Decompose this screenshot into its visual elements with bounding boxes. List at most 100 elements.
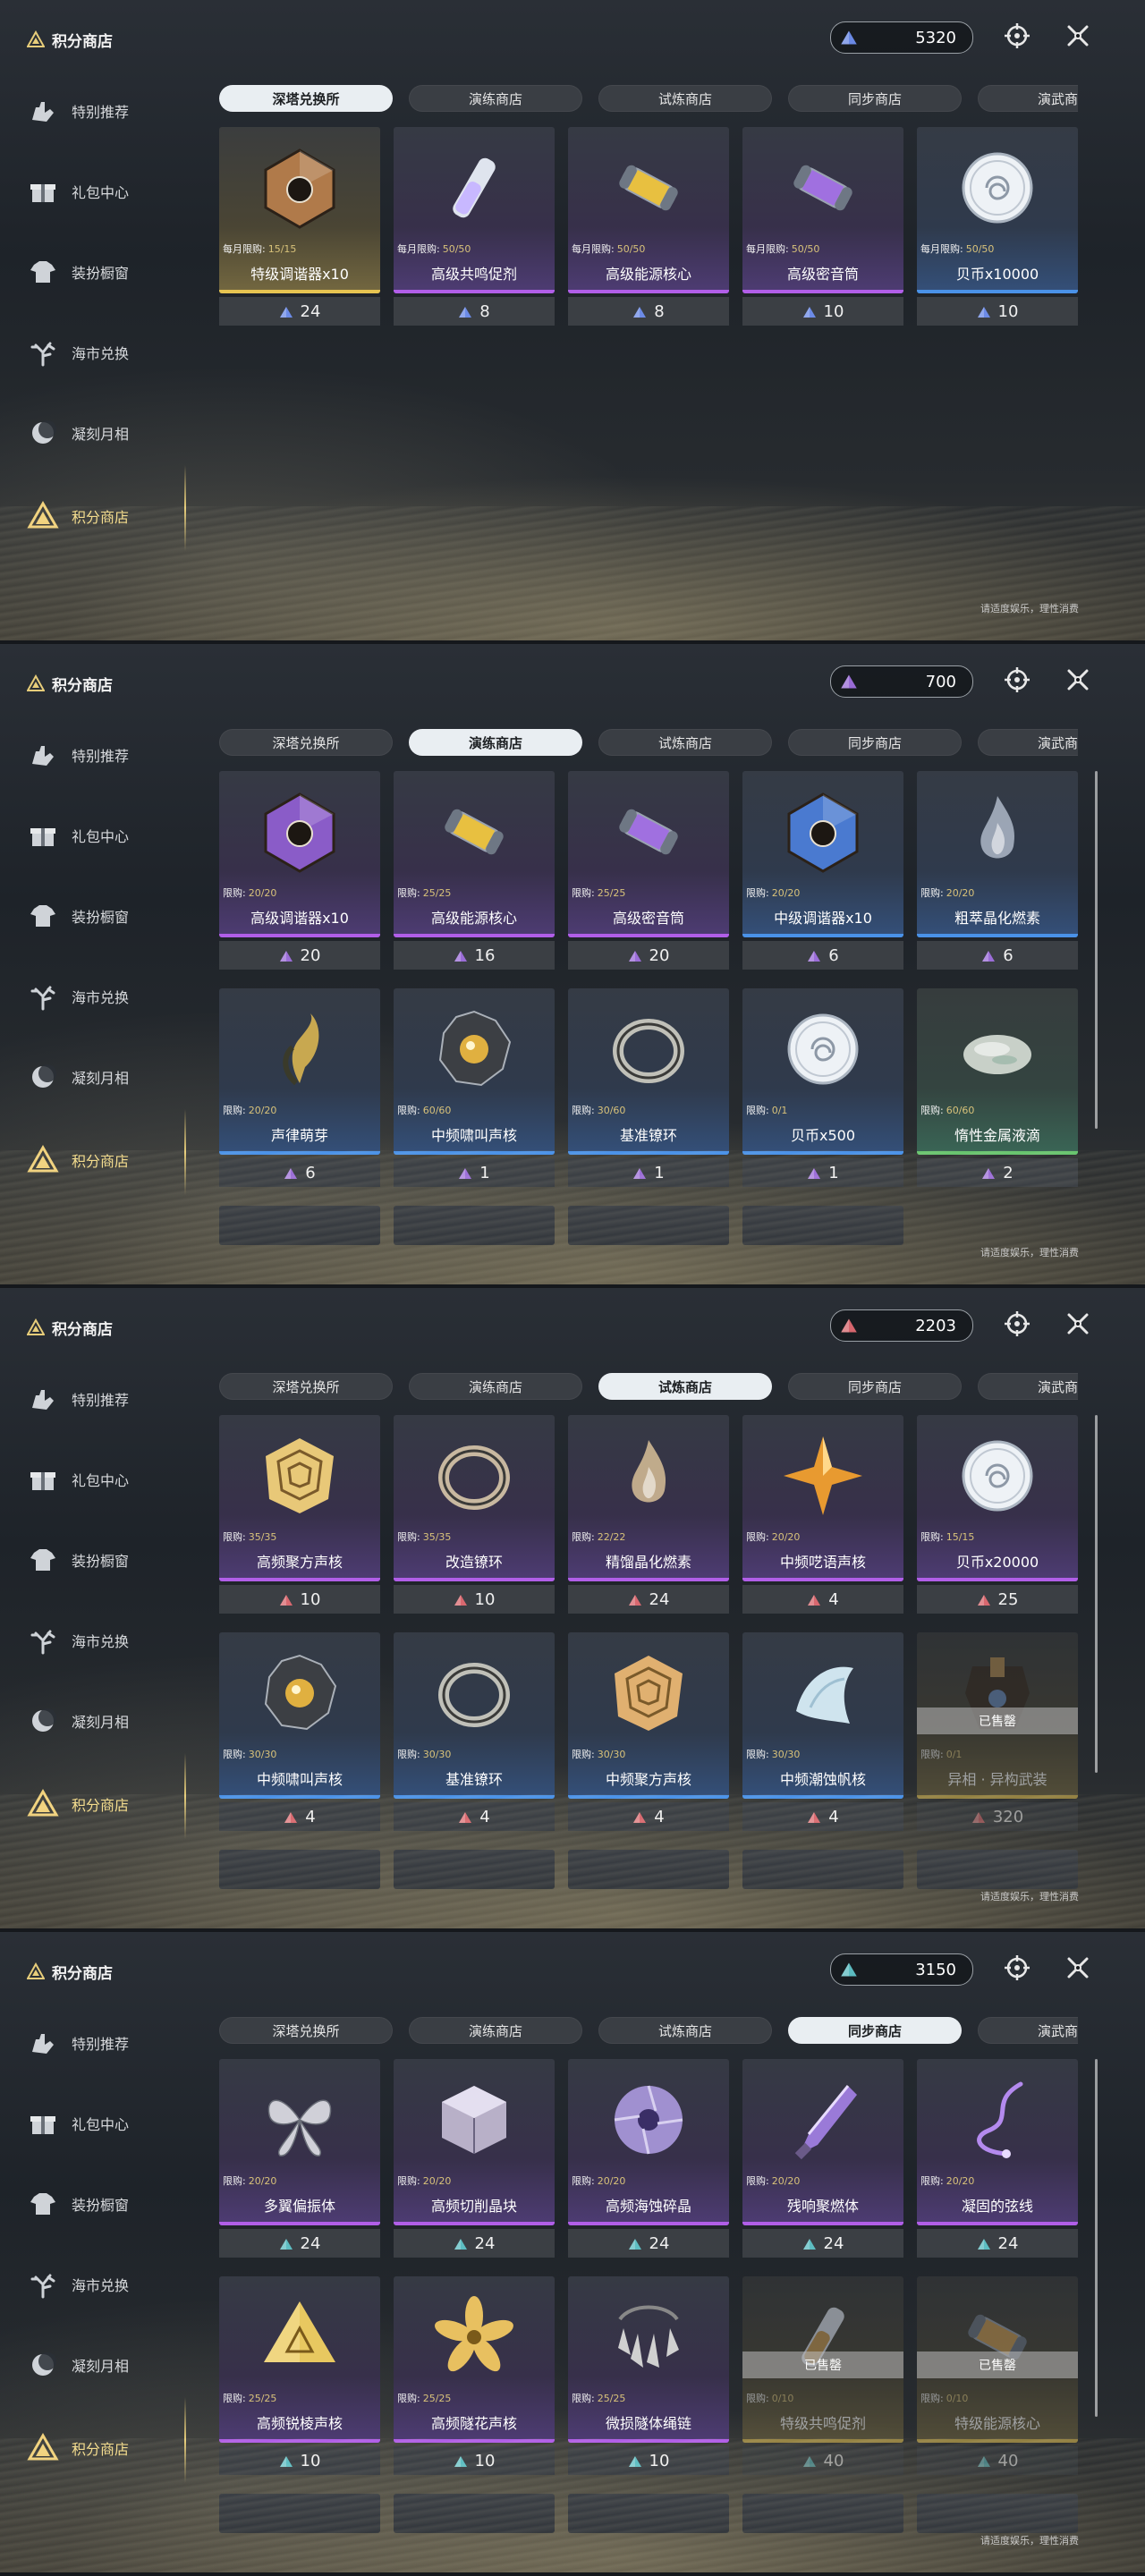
shop-tab[interactable]: 深塔兑换所 [219,1373,393,1400]
item-price[interactable]: 10 [219,1585,380,1614]
sidebar-item[interactable]: 特别推荐 [27,2021,188,2064]
item-price[interactable]: 24 [917,2229,1078,2258]
shop-item-card[interactable]: 限购: 20/20 凝固的弦线 24 [917,2059,1078,2265]
crosshair-icon[interactable] [1004,1954,1030,1981]
shop-item-card[interactable] [394,1850,555,1916]
item-price[interactable]: 24 [219,2229,380,2258]
item-price[interactable]: 10 [394,2446,555,2475]
shop-tab[interactable]: 同步商店 [788,2017,962,2044]
sidebar-item[interactable]: 积分商店 [27,1783,188,1826]
shop-item-card[interactable]: 限购: 30/60 基准镣环 1 [568,988,729,1194]
shop-item-card[interactable]: 限购: 35/35 高频聚方声核 10 [219,1415,380,1621]
shop-item-card[interactable] [568,1850,729,1916]
item-price[interactable]: 24 [394,2229,555,2258]
shop-item-card[interactable]: 限购: 20/20 高级调谐器x10 20 [219,771,380,977]
shop-item-card[interactable]: 限购: 25/25 高级能源核心 16 [394,771,555,977]
shop-item-card[interactable]: 限购: 20/20 声律萌芽 6 [219,988,380,1194]
shop-tab[interactable]: 深塔兑换所 [219,729,393,756]
item-price[interactable]: 24 [219,297,380,326]
shop-item-card[interactable]: 限购: 30/30 中频啸叫声核 4 [219,1632,380,1838]
shop-item-card[interactable]: 限购: 0/10 特级能源核心 已售罄 40 [917,2276,1078,2482]
item-price[interactable]: 4 [742,1585,903,1614]
shop-tab[interactable]: 演武商店 [978,729,1078,756]
scrollbar[interactable] [1095,2059,1098,2417]
shop-tab[interactable]: 演武商店 [978,2017,1078,2044]
item-price[interactable]: 1 [568,1158,729,1187]
shop-item-card[interactable]: 限购: 25/25 微损隧体绳链 10 [568,2276,729,2482]
sidebar-item[interactable]: 海市兑换 [27,1619,188,1662]
item-price[interactable]: 40 [742,2446,903,2475]
item-price[interactable]: 4 [568,1802,729,1831]
item-price[interactable]: 10 [568,2446,729,2475]
shop-item-card[interactable] [219,2494,380,2560]
sidebar-item[interactable]: 礼包中心 [27,170,188,213]
sidebar-item[interactable]: 特别推荐 [27,1377,188,1420]
shop-tab[interactable]: 同步商店 [788,85,962,112]
shop-item-card[interactable]: 每月限购: 50/50 高级密音筒 10 [742,127,903,333]
shop-item-card[interactable]: 每月限购: 50/50 高级共鸣促剂 8 [394,127,555,333]
shop-tab[interactable]: 演练商店 [409,85,582,112]
shop-item-card[interactable]: 限购: 15/15 贝币x20000 25 [917,1415,1078,1621]
shop-item-card[interactable]: 限购: 20/20 中级调谐器x10 6 [742,771,903,977]
sidebar-item[interactable]: 海市兑换 [27,975,188,1018]
item-price[interactable]: 10 [219,2446,380,2475]
shop-item-card[interactable]: 限购: 20/20 残响聚燃体 24 [742,2059,903,2265]
shop-tab[interactable]: 试炼商店 [598,729,772,756]
shop-item-card[interactable]: 限购: 30/30 中频聚方声核 4 [568,1632,729,1838]
shop-item-card[interactable]: 限购: 22/22 精馏晶化燃素 24 [568,1415,729,1621]
shop-item-card[interactable]: 每月限购: 50/50 贝币x10000 10 [917,127,1078,333]
sidebar-item[interactable]: 积分商店 [27,2427,188,2470]
shop-item-card[interactable]: 限购: 25/25 高频锐棱声核 10 [219,2276,380,2482]
sidebar-item[interactable]: 礼包中心 [27,814,188,857]
shop-item-card[interactable]: 限购: 35/35 改造镣环 10 [394,1415,555,1621]
sidebar-item[interactable]: 凝刻月相 [27,411,188,454]
sidebar-item[interactable]: 特别推荐 [27,733,188,776]
sidebar-item[interactable]: 海市兑换 [27,2263,188,2306]
shop-item-card[interactable]: 限购: 20/20 多翼偏振体 24 [219,2059,380,2265]
item-price[interactable]: 1 [394,1158,555,1187]
shop-item-card[interactable] [742,1206,903,1272]
shop-item-card[interactable] [568,1206,729,1272]
close-icon[interactable] [1064,22,1091,49]
shop-item-card[interactable] [394,2494,555,2560]
shop-tab[interactable]: 试炼商店 [598,85,772,112]
item-price[interactable]: 24 [742,2229,903,2258]
sidebar-item[interactable]: 礼包中心 [27,2102,188,2145]
shop-tab[interactable]: 试炼商店 [598,1373,772,1400]
shop-item-card[interactable]: 限购: 20/20 粗萃晶化燃素 6 [917,771,1078,977]
shop-tab[interactable]: 演练商店 [409,1373,582,1400]
shop-item-card[interactable]: 限购: 0/1 异相 · 异构武装 已售罄 320 [917,1632,1078,1838]
sidebar-item[interactable]: 积分商店 [27,1139,188,1182]
shop-item-card[interactable]: 限购: 25/25 高频隧花声核 10 [394,2276,555,2482]
item-price[interactable]: 4 [742,1802,903,1831]
item-price[interactable]: 320 [917,1802,1078,1831]
shop-item-card[interactable]: 限购: 30/30 中频潮蚀帆核 4 [742,1632,903,1838]
shop-item-card[interactable]: 每月限购: 50/50 高级能源核心 8 [568,127,729,333]
scrollbar[interactable] [1095,1415,1098,1773]
shop-item-card[interactable]: 限购: 20/20 高频切削晶块 24 [394,2059,555,2265]
shop-tab[interactable]: 深塔兑换所 [219,2017,393,2044]
shop-item-card[interactable]: 限购: 0/10 特级共鸣促剂 已售罄 40 [742,2276,903,2482]
item-price[interactable]: 6 [742,941,903,970]
sidebar-item[interactable]: 礼包中心 [27,1458,188,1501]
sidebar-item[interactable]: 装扮橱窗 [27,2182,188,2225]
shop-item-card[interactable] [394,1206,555,1272]
item-price[interactable]: 20 [568,941,729,970]
close-icon[interactable] [1064,1310,1091,1337]
shop-tab[interactable]: 演练商店 [409,729,582,756]
shop-item-card[interactable]: 限购: 25/25 高级密音筒 20 [568,771,729,977]
item-price[interactable]: 10 [917,297,1078,326]
item-price[interactable]: 6 [219,1158,380,1187]
shop-item-card[interactable] [742,2494,903,2560]
item-price[interactable]: 24 [568,2229,729,2258]
item-price[interactable]: 1 [742,1158,903,1187]
shop-item-card[interactable]: 限购: 30/30 基准镣环 4 [394,1632,555,1838]
sidebar-item[interactable]: 装扮橱窗 [27,894,188,937]
shop-item-card[interactable] [917,1850,1078,1916]
shop-item-card[interactable] [742,1850,903,1916]
shop-tab[interactable]: 试炼商店 [598,2017,772,2044]
item-price[interactable]: 16 [394,941,555,970]
shop-item-card[interactable] [917,2494,1078,2560]
shop-item-card[interactable] [568,2494,729,2560]
sidebar-item[interactable]: 凝刻月相 [27,1699,188,1742]
